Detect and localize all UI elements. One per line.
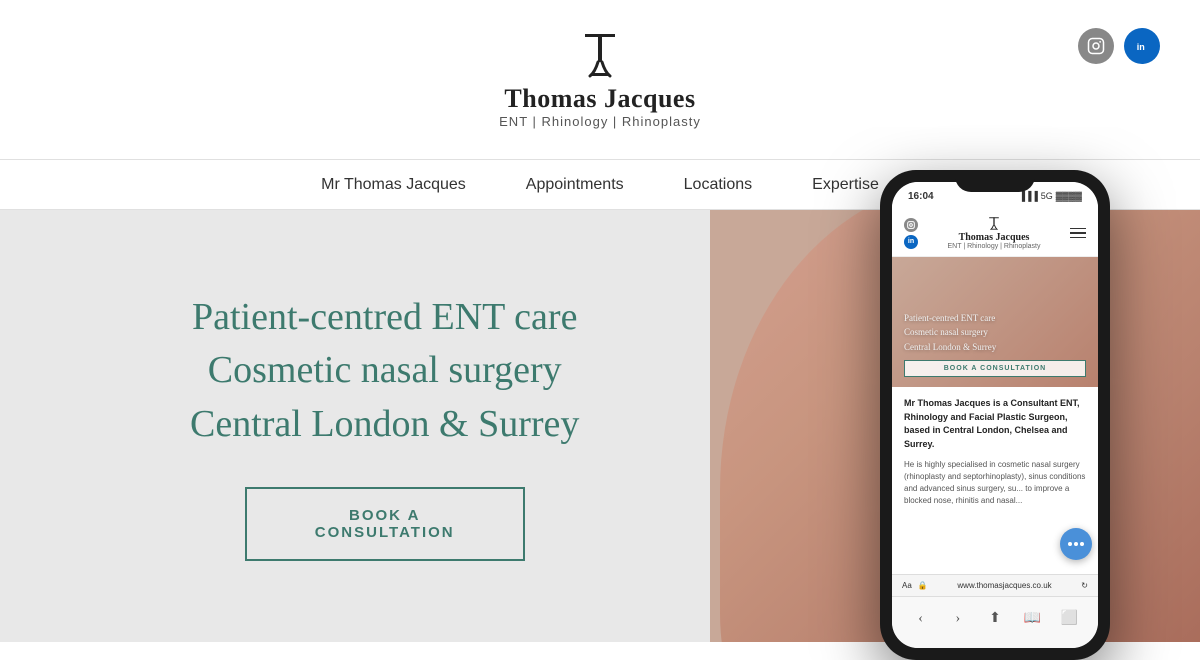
svg-text:in: in	[1137, 42, 1145, 52]
header-social: in	[1078, 28, 1160, 64]
logo-icon	[575, 30, 625, 80]
chat-dot-3	[1080, 542, 1084, 546]
hero-line-3: Central London & Surrey	[190, 398, 579, 451]
phone-book-consultation-button[interactable]: BOOK A CONSULTATION	[904, 360, 1086, 377]
chat-dot-1	[1068, 542, 1072, 546]
phone-body: Mr Thomas Jacques is a Consultant ENT, R…	[892, 387, 1098, 517]
chat-dots	[1068, 542, 1084, 546]
phone-url: www.thomasjacques.co.uk	[934, 581, 1076, 590]
phone-hero-text: Patient-centred ENT care Cosmetic nasal …	[904, 311, 1086, 354]
phone-logo: Thomas Jacques ENT | Rhinology | Rhinopl…	[948, 216, 1041, 250]
logo-title: Thomas Jacques	[504, 84, 695, 114]
phone-logo-subtitle: ENT | Rhinology | Rhinoplasty	[948, 243, 1041, 250]
hero-section: Patient-centred ENT care Cosmetic nasal …	[0, 210, 1200, 642]
phone-hero-line1: Patient-centred ENT care	[904, 313, 995, 323]
phone-screen: 16:04 ▐▐▐ 5G ▓▓▓▓ in	[892, 182, 1098, 648]
nav-item-appointments[interactable]: Appointments	[526, 166, 624, 204]
phone-hero: Patient-centred ENT care Cosmetic nasal …	[892, 257, 1098, 387]
phone-reload-icon[interactable]: ↻	[1081, 581, 1088, 590]
phone-time: 16:04	[908, 191, 934, 202]
hero-line-2: Cosmetic nasal surgery	[190, 344, 579, 397]
signal-bars: ▐▐▐	[1019, 191, 1038, 201]
phone-logo-title: Thomas Jacques	[959, 232, 1030, 243]
phone-back-button[interactable]: ‹	[910, 608, 932, 630]
phone-bookmarks-button[interactable]: 📖	[1021, 608, 1043, 630]
phone-address-bar: Aa 🔒 www.thomasjacques.co.uk ↻	[892, 574, 1098, 596]
nav-item-locations[interactable]: Locations	[684, 166, 753, 204]
phone-forward-button[interactable]: ›	[947, 608, 969, 630]
phone-tabs-button[interactable]: ⬜	[1058, 608, 1080, 630]
phone-notch	[955, 170, 1035, 192]
phone-hero-line3: Central London & Surrey	[904, 342, 996, 352]
phone-mockup: 16:04 ▐▐▐ 5G ▓▓▓▓ in	[880, 170, 1110, 660]
phone-linkedin-icon: in	[904, 235, 918, 249]
phone-lock-icon: 🔒	[918, 581, 928, 590]
phone-font-size: Aa	[902, 581, 912, 590]
linkedin-icon[interactable]: in	[1124, 28, 1160, 64]
phone-hamburger-menu[interactable]	[1070, 228, 1086, 239]
book-consultation-button[interactable]: BOOK A CONSULTATION	[245, 487, 525, 561]
phone-hero-line2: Cosmetic nasal surgery	[904, 327, 988, 337]
instagram-icon[interactable]	[1078, 28, 1114, 64]
hero-line-1: Patient-centred ENT care	[190, 291, 579, 344]
nav-item-thomas-jacques[interactable]: Mr Thomas Jacques	[321, 166, 466, 204]
logo-subtitle: ENT | Rhinology | Rhinoplasty	[499, 114, 701, 129]
phone-body-text: He is highly specialised in cosmetic nas…	[904, 459, 1086, 507]
phone-social-icons: in	[904, 218, 918, 249]
phone-bottom-nav: ‹ › ⬆ 📖 ⬜	[892, 596, 1098, 648]
chat-dot-2	[1074, 542, 1078, 546]
site-logo: Thomas Jacques ENT | Rhinology | Rhinopl…	[499, 30, 701, 129]
phone-body-title: Mr Thomas Jacques is a Consultant ENT, R…	[904, 397, 1086, 451]
network-type: 5G	[1041, 191, 1053, 201]
phone-share-button[interactable]: ⬆	[984, 608, 1006, 630]
nav-item-expertise[interactable]: Expertise	[812, 166, 879, 204]
phone-frame: 16:04 ▐▐▐ 5G ▓▓▓▓ in	[880, 170, 1110, 660]
phone-header: in Thomas Jacques ENT | Rhinology | Rhin…	[892, 210, 1098, 257]
phone-status-icons: ▐▐▐ 5G ▓▓▓▓	[1019, 191, 1082, 201]
phone-instagram-icon	[904, 218, 918, 232]
chat-bubble[interactable]	[1060, 528, 1092, 560]
site-header: Thomas Jacques ENT | Rhinology | Rhinopl…	[0, 0, 1200, 160]
battery-icon: ▓▓▓▓	[1056, 191, 1082, 201]
hero-content: Patient-centred ENT care Cosmetic nasal …	[190, 291, 579, 561]
